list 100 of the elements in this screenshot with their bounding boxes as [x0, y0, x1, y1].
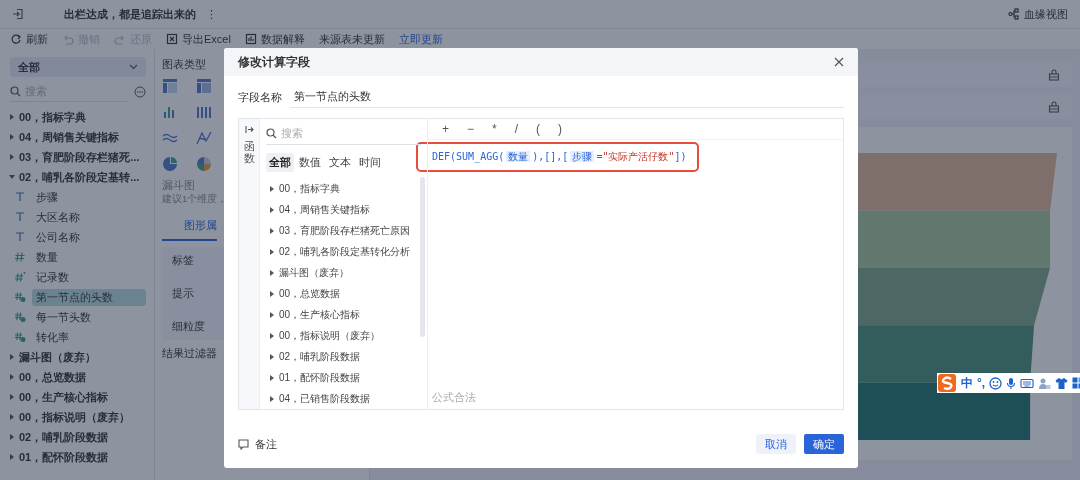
lock-icon[interactable]: [1048, 69, 1060, 81]
microphone-icon[interactable]: [1006, 376, 1017, 390]
chevron-down-icon: [129, 64, 138, 70]
property-label: 细粒度: [172, 319, 205, 334]
caret-icon: [270, 227, 274, 234]
function-group-item[interactable]: 01，配怀阶段数据: [266, 367, 361, 388]
update-now-link[interactable]: 立即更新: [398, 31, 443, 47]
expand-panel-icon[interactable]: [244, 125, 254, 134]
close-icon[interactable]: [834, 57, 844, 67]
caret-icon[interactable]: [9, 175, 15, 179]
tree-folder[interactable]: 00，指标说明（废弃）: [10, 407, 146, 427]
pie-chart-icon[interactable]: [162, 156, 178, 172]
confirm-button[interactable]: 确定: [804, 434, 844, 454]
function-group-item[interactable]: 00，指标说明（废弃）: [266, 325, 381, 346]
operator-button[interactable]: +: [442, 122, 449, 136]
field-item[interactable]: 记录数: [32, 268, 146, 286]
user-tools-icon[interactable]: [1038, 376, 1052, 390]
caret-icon: [270, 206, 274, 213]
function-group-item[interactable]: 04，已销售阶段数据: [266, 388, 371, 409]
function-group-item[interactable]: 00，生产核心指标: [266, 304, 361, 325]
caret-icon[interactable]: [10, 454, 14, 460]
tree-folder[interactable]: 03，育肥阶段存栏猪死...: [10, 147, 146, 167]
search-icon: [10, 86, 21, 97]
tree-folder[interactable]: 02，哺乳阶段数据: [10, 427, 146, 447]
caret-icon[interactable]: [10, 374, 14, 380]
toolbar-button[interactable]: 导出Excel: [166, 31, 231, 47]
tree-folder[interactable]: 00，指标字典: [10, 107, 146, 127]
function-group-item[interactable]: 00，总览数据: [266, 283, 341, 304]
category-tab[interactable]: 时间: [356, 153, 384, 172]
cancel-button[interactable]: 取消: [756, 434, 796, 454]
lock-icon[interactable]: [1048, 101, 1060, 113]
caret-icon: [270, 395, 274, 402]
function-group-item[interactable]: 04，周销售关键指标: [266, 199, 371, 220]
table-icon[interactable]: [162, 78, 178, 94]
tree-folder[interactable]: 01，配怀阶段数据: [10, 447, 146, 467]
function-group-item[interactable]: 02，哺乳各阶段定基转化分析: [266, 241, 411, 262]
field-item[interactable]: 公司名称: [32, 228, 146, 246]
panel-title: 图表类型: [162, 57, 206, 72]
column-chart-icon[interactable]: [196, 104, 212, 120]
field-item[interactable]: 大区名称: [32, 208, 146, 226]
function-group-item[interactable]: 漏斗图（废弃）: [266, 262, 349, 283]
radar-chart-icon[interactable]: [196, 130, 212, 146]
caret-icon[interactable]: [10, 414, 14, 420]
tree-folder[interactable]: 00，生产核心指标: [10, 387, 146, 407]
lineage-view-button[interactable]: 血缘视图: [1008, 6, 1068, 22]
category-tab[interactable]: 全部: [266, 153, 294, 172]
caret-icon: [270, 248, 274, 255]
comment-icon: [238, 438, 249, 450]
operator-button[interactable]: ): [558, 122, 563, 136]
tree-folder[interactable]: 04，周销售关键指标: [10, 127, 146, 147]
tree-folder[interactable]: 02，哺乳各阶段定基转...: [10, 167, 146, 187]
punctuation-mode[interactable]: °,: [977, 376, 986, 390]
caret-icon: [270, 269, 274, 276]
caret-icon[interactable]: [10, 434, 14, 440]
tree-folder[interactable]: 漏斗图（废弃）: [10, 347, 146, 367]
field-item[interactable]: 步骤: [32, 188, 146, 206]
dataset-dropdown[interactable]: 全部: [10, 57, 146, 77]
field-item[interactable]: 转化率: [32, 328, 146, 346]
field-item[interactable]: 每一节头数: [32, 308, 146, 326]
multi-pie-icon[interactable]: [196, 156, 212, 172]
field-label: 字段名称: [238, 89, 282, 105]
text-field-icon: [14, 211, 26, 223]
caret-icon[interactable]: [10, 354, 14, 360]
smiley-icon[interactable]: [989, 376, 1003, 390]
exit-icon: [12, 8, 24, 20]
properties-tab[interactable]: 图形属: [162, 212, 217, 241]
operator-button[interactable]: (: [536, 122, 541, 136]
category-tab[interactable]: 文本: [326, 153, 354, 172]
more-icon: [134, 86, 146, 98]
caret-icon[interactable]: [10, 114, 14, 120]
toolbar-button[interactable]: 刷新: [10, 31, 48, 47]
note-button[interactable]: 备注: [238, 436, 277, 452]
field-name-input[interactable]: 第一节点的头数: [290, 86, 844, 108]
operator-button[interactable]: *: [492, 122, 497, 136]
field-item[interactable]: 数量: [32, 248, 146, 266]
shirt-icon[interactable]: [1055, 376, 1069, 390]
toolbar-button[interactable]: 数据解释: [244, 31, 305, 47]
redo-icon: [114, 33, 126, 45]
scrollbar[interactable]: [420, 177, 425, 337]
caret-icon[interactable]: [10, 154, 14, 160]
pivot-table-icon[interactable]: [196, 78, 212, 94]
caret-icon[interactable]: [10, 134, 14, 140]
operator-button[interactable]: −: [467, 122, 475, 136]
search-icon: [266, 128, 277, 139]
more-button[interactable]: ⋮: [206, 7, 217, 21]
caret-icon[interactable]: [10, 394, 14, 400]
function-group-item[interactable]: 00，指标字典: [266, 178, 341, 199]
operator-button[interactable]: /: [514, 122, 519, 136]
formula-text[interactable]: DEF(SUM_AGG( 数量 ),[],[ 步骤 ="实际产活仔数"]): [416, 142, 699, 172]
function-group-item[interactable]: 03，育肥阶段存栏猪死亡原因: [266, 220, 411, 241]
page-title: 出栏达成，都是追踪出来的: [64, 6, 196, 22]
category-tab[interactable]: 数值: [296, 153, 324, 172]
keyboard-icon[interactable]: [1020, 377, 1035, 389]
caret-icon: [270, 311, 274, 318]
tree-folder[interactable]: 00，总览数据: [10, 367, 146, 387]
functions-tab[interactable]: 函数: [243, 140, 255, 165]
caret-icon: [270, 332, 274, 339]
function-search-field[interactable]: 搜索: [266, 123, 421, 145]
function-group-item[interactable]: 02，哺乳阶段数据: [266, 346, 361, 367]
input-mode-label[interactable]: 中: [961, 374, 973, 392]
